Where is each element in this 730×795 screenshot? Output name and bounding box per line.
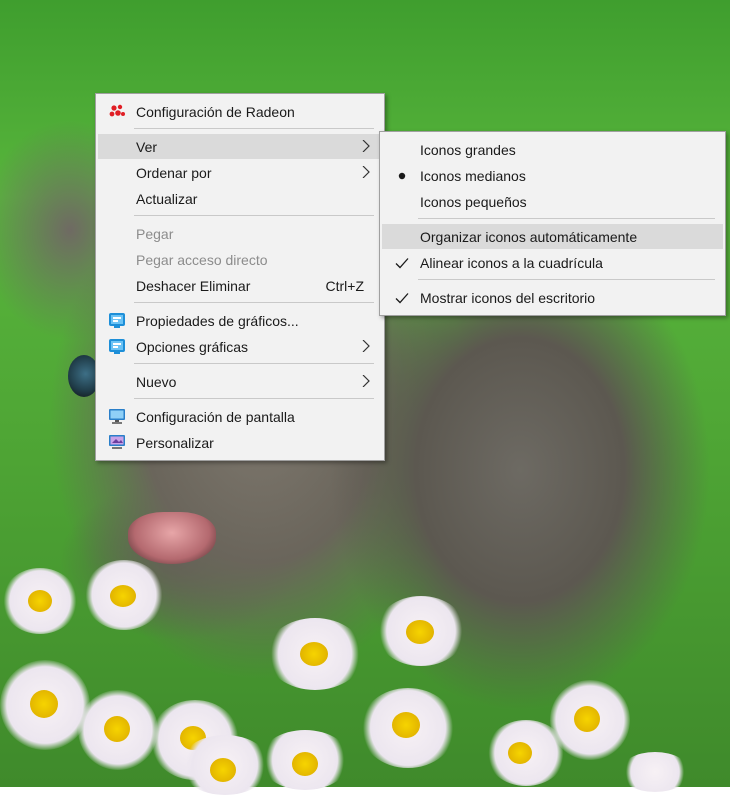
menu-separator <box>134 363 374 364</box>
desktop-context-menu: Configuración de Radeon Ver Ordenar por … <box>95 93 385 461</box>
menu-item-shortcut: Ctrl+Z <box>325 277 365 294</box>
intel-graphics-icon <box>109 339 125 354</box>
menu-item-view[interactable]: Ver <box>98 134 382 159</box>
menu-separator <box>134 128 374 129</box>
submenu-arrow-icon <box>362 140 370 152</box>
menu-item-medium-icons[interactable]: Iconos medianos <box>382 163 723 188</box>
menu-separator <box>134 215 374 216</box>
menu-item-label: Pegar <box>136 225 174 242</box>
menu-item-label: Actualizar <box>136 190 198 207</box>
menu-item-label: Iconos grandes <box>420 141 516 158</box>
menu-item-display-settings[interactable]: Configuración de pantalla <box>98 404 382 429</box>
menu-item-small-icons[interactable]: Iconos pequeños <box>382 189 723 214</box>
radio-bullet-icon <box>398 172 406 180</box>
menu-item-undo-delete[interactable]: Deshacer Eliminar Ctrl+Z <box>98 273 382 298</box>
checkmark-icon <box>395 258 409 269</box>
menu-item-label: Nuevo <box>136 373 177 390</box>
menu-item-label: Iconos pequeños <box>420 193 527 210</box>
menu-item-label: Configuración de Radeon <box>136 103 295 120</box>
menu-item-personalize[interactable]: Personalizar <box>98 430 382 455</box>
menu-item-label: Ver <box>136 138 158 155</box>
menu-item-label: Pegar acceso directo <box>136 251 268 268</box>
submenu-arrow-icon <box>362 166 370 178</box>
menu-item-label: Propiedades de gráficos... <box>136 312 299 329</box>
menu-item-label: Iconos medianos <box>420 167 526 184</box>
menu-item-label: Ordenar por <box>136 164 212 181</box>
menu-item-paste[interactable]: Pegar <box>98 221 382 246</box>
intel-graphics-icon <box>109 313 125 328</box>
radeon-icon <box>109 104 125 117</box>
checkmark-icon <box>395 293 409 304</box>
menu-item-paste-shortcut[interactable]: Pegar acceso directo <box>98 247 382 272</box>
menu-separator <box>134 398 374 399</box>
menu-item-label: Configuración de pantalla <box>136 408 295 425</box>
submenu-arrow-icon <box>362 340 370 352</box>
menu-item-label: Alinear iconos a la cuadrícula <box>420 254 603 271</box>
menu-item-label: Personalizar <box>136 434 214 451</box>
menu-item-new[interactable]: Nuevo <box>98 369 382 394</box>
menu-item-sort-by[interactable]: Ordenar por <box>98 160 382 185</box>
view-submenu: Iconos grandes Iconos medianos Iconos pe… <box>379 131 726 316</box>
submenu-arrow-icon <box>362 375 370 387</box>
menu-separator <box>418 218 715 219</box>
menu-item-large-icons[interactable]: Iconos grandes <box>382 137 723 162</box>
menu-item-label: Opciones gráficas <box>136 338 249 355</box>
menu-item-show-desktop-icons[interactable]: Mostrar iconos del escritorio <box>382 285 723 310</box>
menu-item-auto-arrange[interactable]: Organizar iconos automáticamente <box>382 224 723 249</box>
menu-item-refresh[interactable]: Actualizar <box>98 186 382 211</box>
menu-separator <box>418 279 715 280</box>
display-icon <box>109 409 125 424</box>
menu-item-label: Mostrar iconos del escritorio <box>420 289 596 306</box>
menu-separator <box>134 302 374 303</box>
menu-item-label: Deshacer Eliminar <box>136 277 251 294</box>
menu-item-graphics-options[interactable]: Opciones gráficas <box>98 334 382 359</box>
menu-item-label: Organizar iconos automáticamente <box>420 228 638 245</box>
wallpaper-kitten-mouth <box>128 512 216 564</box>
personalize-icon <box>109 435 125 449</box>
menu-item-radeon-settings[interactable]: Configuración de Radeon <box>98 99 382 124</box>
menu-item-align-to-grid[interactable]: Alinear iconos a la cuadrícula <box>382 250 723 275</box>
menu-item-graphics-properties[interactable]: Propiedades de gráficos... <box>98 308 382 333</box>
